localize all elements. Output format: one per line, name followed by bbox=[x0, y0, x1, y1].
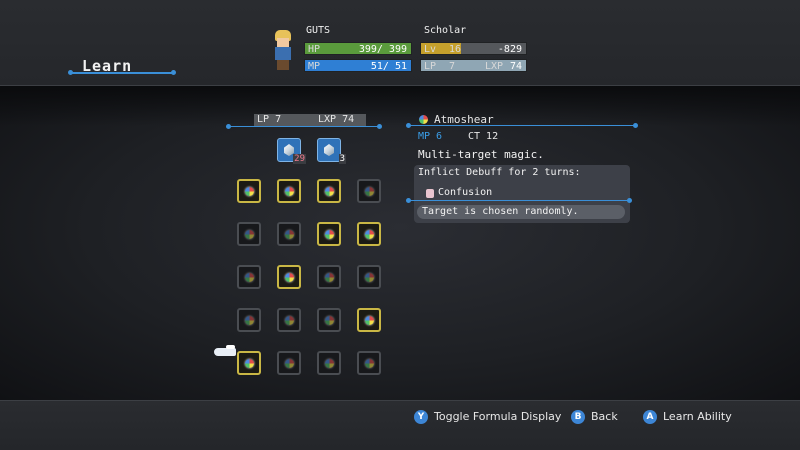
ability-orb-icon bbox=[245, 316, 254, 325]
crystal-icon bbox=[324, 144, 334, 156]
ability-orb-icon bbox=[365, 230, 374, 239]
ability-orb-icon bbox=[325, 316, 334, 325]
ability-slot[interactable] bbox=[237, 179, 261, 203]
ability-slot[interactable] bbox=[317, 308, 341, 332]
ability-slot[interactable] bbox=[357, 222, 381, 246]
level-value: 16 bbox=[449, 44, 462, 55]
lp-value: 7 bbox=[449, 61, 456, 72]
grid-lxp: LXP 74 bbox=[318, 114, 355, 125]
ability-slot[interactable] bbox=[357, 179, 381, 203]
ability-orb-icon bbox=[245, 359, 254, 368]
formula-count: 29 bbox=[293, 154, 306, 164]
lp-bar: LP 7 LXP 74 bbox=[420, 59, 527, 72]
ability-orb-icon bbox=[285, 316, 294, 325]
character-job: Scholar bbox=[424, 25, 467, 36]
ability-orb-icon bbox=[245, 230, 254, 239]
ability-slot[interactable] bbox=[237, 308, 261, 332]
level-label: Lv bbox=[424, 44, 437, 55]
a-button-icon: A bbox=[643, 410, 657, 424]
formula-crystal-1[interactable]: 29 bbox=[277, 138, 306, 164]
ability-slot[interactable] bbox=[237, 222, 261, 246]
ability-slot[interactable] bbox=[357, 265, 381, 289]
ability-orb-icon bbox=[245, 187, 254, 196]
ability-orb-icon bbox=[285, 359, 294, 368]
ability-orb-icon bbox=[325, 187, 334, 196]
ability-effect-tooltip: Inflict Debuff for 2 turns: Confusion Ta… bbox=[414, 165, 630, 223]
lxp-label: LXP bbox=[485, 61, 504, 72]
formula-crystal-2[interactable]: 3 bbox=[317, 138, 346, 164]
ability-orb-icon bbox=[325, 273, 334, 282]
ability-slot[interactable] bbox=[237, 351, 261, 375]
ability-orb-icon bbox=[419, 115, 428, 124]
effect-line: Inflict Debuff for 2 turns: bbox=[418, 167, 581, 178]
ability-orb-icon bbox=[285, 273, 294, 282]
ability-name: Atmoshear bbox=[434, 113, 494, 126]
hp-value: 399/ 399 bbox=[358, 44, 407, 55]
ability-description: Multi-target magic. bbox=[418, 148, 544, 161]
hp-label: HP bbox=[308, 44, 321, 55]
ability-orb-icon bbox=[245, 273, 254, 282]
ability-slot[interactable] bbox=[277, 179, 301, 203]
ability-slot[interactable] bbox=[277, 222, 301, 246]
ability-slot[interactable] bbox=[277, 351, 301, 375]
ability-slot[interactable] bbox=[317, 179, 341, 203]
grid-lp-header: LP 7 LXP 74 bbox=[226, 114, 382, 129]
hint-label: Toggle Formula Display bbox=[434, 410, 562, 423]
character-portrait bbox=[272, 30, 294, 70]
effect-name: Confusion bbox=[438, 187, 493, 198]
mp-bar: MP 51/ 51 bbox=[304, 59, 412, 72]
ability-orb-icon bbox=[325, 359, 334, 368]
y-button-icon: Y bbox=[414, 410, 428, 424]
ability-ct: CT 12 bbox=[468, 131, 499, 142]
lp-label: LP bbox=[424, 61, 437, 72]
main-panel bbox=[0, 86, 800, 400]
b-button-icon: B bbox=[571, 410, 585, 424]
hint-label: Learn Ability bbox=[663, 410, 732, 423]
character-name: GUTS bbox=[306, 25, 331, 36]
hp-bar: HP 399/ 399 bbox=[304, 42, 412, 55]
ability-orb-icon bbox=[365, 316, 374, 325]
mp-label: MP bbox=[308, 61, 321, 72]
grid-lp: LP 7 bbox=[257, 114, 282, 125]
ability-slot[interactable] bbox=[317, 351, 341, 375]
lxp-value: 74 bbox=[509, 61, 522, 72]
formula-count: 3 bbox=[338, 154, 346, 164]
effect-note: Target is chosen randomly. bbox=[422, 206, 579, 217]
ability-slot[interactable] bbox=[237, 265, 261, 289]
ability-slot[interactable] bbox=[317, 222, 341, 246]
ability-orb-icon bbox=[325, 230, 334, 239]
ability-slot[interactable] bbox=[277, 265, 301, 289]
hint-label: Back bbox=[591, 410, 618, 423]
ability-orb-icon bbox=[365, 187, 374, 196]
ability-slot[interactable] bbox=[317, 265, 341, 289]
level-next-exp: -829 bbox=[497, 44, 522, 55]
ability-orb-icon bbox=[285, 230, 294, 239]
ability-orb-icon bbox=[365, 273, 374, 282]
ability-mp-cost: MP 6 bbox=[418, 131, 443, 142]
ability-slot[interactable] bbox=[357, 308, 381, 332]
level-bar: Lv 16 -829 bbox=[420, 42, 527, 55]
debuff-icon bbox=[426, 189, 434, 198]
mp-value: 51/ 51 bbox=[370, 61, 407, 72]
ability-orb-icon bbox=[365, 359, 374, 368]
title-underline bbox=[68, 70, 176, 75]
ability-slot[interactable] bbox=[277, 308, 301, 332]
hand-cursor-icon bbox=[212, 345, 236, 358]
footer-bar bbox=[0, 400, 800, 450]
ability-slot[interactable] bbox=[357, 351, 381, 375]
ability-orb-icon bbox=[285, 187, 294, 196]
